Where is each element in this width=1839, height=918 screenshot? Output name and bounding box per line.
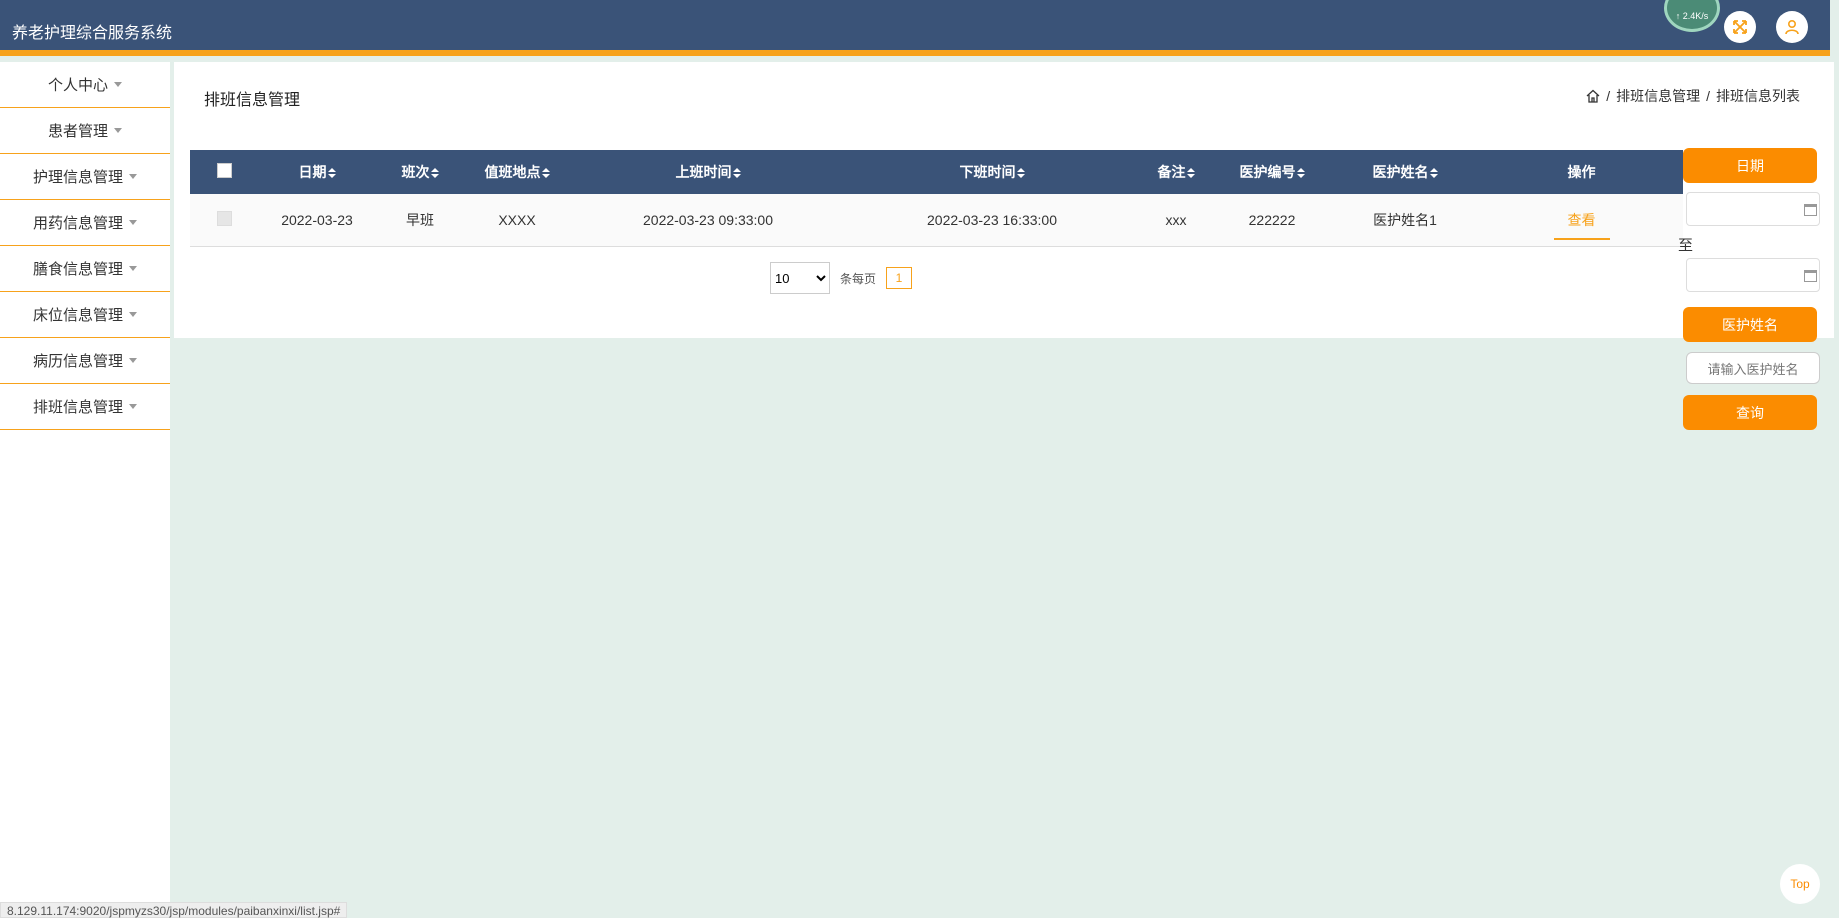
sidebar-item-label: 床位信息管理 [32,307,123,324]
col-staff-id-label: 医护编号 [1239,164,1296,180]
staff-name-input[interactable]: 请输入医护姓名 [1686,352,1820,384]
cell-end-time: 2022-03-23 16:33:00 [846,194,1138,247]
cell-staff-name: 医护姓名1 [1330,194,1480,247]
breadcrumb-section[interactable]: 排班信息管理 [1616,86,1700,106]
user-icon [1785,19,1799,35]
col-staff-name-label: 医护姓名 [1372,164,1429,180]
caret-down-icon [129,220,137,225]
sidebar-item-label: 用药信息管理 [32,215,123,232]
sidebar-item-label: 个人中心 [47,77,108,94]
network-speed-text: ↑ 2.4K/s [1675,11,1709,21]
sidebar-item-beds[interactable]: 床位信息管理 [0,292,170,338]
caret-down-icon [114,128,122,133]
sidebar-item-label: 护理信息管理 [32,169,123,186]
top-header: 养老护理综合服务系统 ↑ 2.4K/s [0,0,1830,56]
caret-down-icon [129,358,137,363]
breadcrumb-separator: / [1606,88,1611,104]
calendar-icon [1804,204,1817,216]
breadcrumb-separator: / [1706,88,1710,104]
col-location[interactable]: 值班地点 [464,150,570,194]
sidebar-item-schedule[interactable]: 排班信息管理 [0,384,170,430]
col-end-time[interactable]: 下班时间 [846,150,1138,194]
home-icon[interactable] [1586,89,1600,103]
cell-start-time: 2022-03-23 09:33:00 [570,194,846,247]
cell-note: xxx [1138,194,1214,247]
col-action: 操作 [1480,150,1683,194]
caret-down-icon [114,82,122,87]
col-start-time-label: 上班时间 [675,164,732,180]
app-title: 养老护理综合服务系统 [12,25,173,42]
col-start-time[interactable]: 上班时间 [570,150,846,194]
sort-icon [1296,168,1305,179]
cell-date: 2022-03-23 [258,194,376,247]
page-number-button[interactable]: 1 [886,267,913,289]
col-location-label: 值班地点 [484,164,541,180]
caret-down-icon [129,312,137,317]
breadcrumb: / 排班信息管理 / 排班信息列表 [1586,86,1800,106]
col-end-time-label: 下班时间 [959,164,1016,180]
per-page-label: 条每页 [840,271,877,286]
page-title: 排班信息管理 [204,92,301,109]
col-staff-id[interactable]: 医护编号 [1214,150,1330,194]
caret-down-icon [129,404,137,409]
col-date[interactable]: 日期 [258,150,376,194]
sort-icon [1429,168,1438,179]
row-select-cell [190,194,258,247]
breadcrumb-current: 排班信息列表 [1716,88,1800,104]
sidebar-item-patients[interactable]: 患者管理 [0,108,170,154]
caret-down-icon [129,174,137,179]
table-header-row: 日期 班次 值班地点 上班时间 下班时间 备注 医护编号 医护姓名 操作 [190,150,1683,194]
start-date-input[interactable] [1686,192,1820,226]
fullscreen-icon [1733,20,1747,34]
sidebar-item-label: 病历信息管理 [32,353,123,370]
back-to-top-button[interactable]: Top [1780,864,1820,904]
col-staff-name[interactable]: 医护姓名 [1330,150,1480,194]
page-size-select[interactable]: 10 [770,262,830,294]
sidebar: 个人中心 患者管理 护理信息管理 用药信息管理 膳食信息管理 床位信息管理 病历… [0,62,170,918]
col-shift[interactable]: 班次 [376,150,464,194]
view-button[interactable]: 查看 [1553,207,1610,240]
status-bar-url: 8.129.11.174:9020/jspmyzs30/jsp/modules/… [0,902,348,918]
table-row: 2022-03-23 早班 XXXX 2022-03-23 09:33:00 2… [190,194,1683,247]
col-note-label: 备注 [1157,164,1186,180]
sidebar-item-medication[interactable]: 用药信息管理 [0,200,170,246]
cell-action: 查看 [1480,194,1683,247]
fullscreen-button[interactable] [1724,11,1756,43]
row-checkbox[interactable] [216,210,232,226]
cell-staff-id: 222222 [1214,194,1330,247]
schedule-table: 日期 班次 值班地点 上班时间 下班时间 备注 医护编号 医护姓名 操作 202… [190,150,1683,247]
date-range-to-label: 至 [1678,237,1694,254]
caret-down-icon [129,266,137,271]
user-button[interactable] [1776,11,1808,43]
cell-location: XXXX [464,194,570,247]
sort-icon [1016,168,1025,179]
col-action-label: 操作 [1567,164,1596,180]
sidebar-item-label: 排班信息管理 [32,399,123,416]
sort-icon [541,168,550,179]
sidebar-item-personal-center[interactable]: 个人中心 [0,62,170,108]
sort-icon [327,168,336,179]
sort-icon [430,168,439,179]
select-all-header [190,150,258,194]
sidebar-item-label: 患者管理 [47,123,108,140]
main-panel: 排班信息管理 / 排班信息管理 / 排班信息列表 日期 班次 值班地点 上班时间… [174,62,1834,338]
network-speed-widget: ↑ 2.4K/s [1664,0,1720,32]
sidebar-item-records[interactable]: 病历信息管理 [0,338,170,384]
staff-name-filter-button[interactable]: 医护姓名 [1683,307,1817,342]
date-filter-button[interactable]: 日期 [1683,148,1817,183]
col-shift-label: 班次 [401,164,430,180]
col-note[interactable]: 备注 [1138,150,1214,194]
sidebar-item-label: 膳食信息管理 [32,261,123,278]
sort-icon [732,168,741,179]
cell-shift: 早班 [376,194,464,247]
calendar-icon [1804,270,1817,282]
pagination: 10 条每页 1 [770,262,913,294]
sidebar-item-nursing[interactable]: 护理信息管理 [0,154,170,200]
sidebar-item-meals[interactable]: 膳食信息管理 [0,246,170,292]
query-button[interactable]: 查询 [1683,395,1817,430]
end-date-input[interactable] [1686,258,1820,292]
select-all-checkbox[interactable] [216,163,232,178]
col-date-label: 日期 [298,164,327,180]
sort-icon [1186,168,1195,179]
